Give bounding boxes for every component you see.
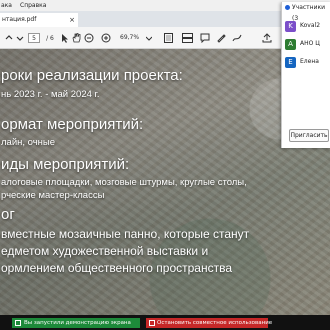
scroll-mode-icon[interactable]	[181, 32, 193, 44]
participant-name: Елена	[300, 58, 319, 65]
participants-panel: Участники (3 K Koval2 А АНО Ц Е Елена Пр…	[281, 2, 330, 148]
sharing-status: Вы запустили демонстрацию экрана	[12, 318, 140, 328]
heading-result: ог	[1, 206, 15, 223]
stop-sharing-button[interactable]: Остановить совместное использование	[146, 318, 272, 328]
menu-item-view[interactable]: ака	[1, 2, 12, 9]
participant-name: АНО Ц	[300, 40, 320, 47]
avatar: Е	[285, 57, 296, 68]
comment-icon[interactable]	[200, 32, 210, 44]
participant-item[interactable]: Е Елена	[285, 56, 330, 70]
draw-icon[interactable]	[232, 32, 242, 44]
menu-item-help[interactable]: Справка	[20, 2, 46, 9]
document-tab-title: нтация.pdf	[2, 16, 37, 23]
page-total: / 6	[46, 34, 54, 42]
hand-tool-icon[interactable]	[71, 32, 81, 44]
heading-event-types: иды мероприятий:	[1, 156, 130, 173]
participant-name: Koval2	[300, 22, 321, 29]
fit-page-icon[interactable]	[163, 32, 173, 44]
text-timeline: нь 2023 г. - май 2024 г.	[1, 89, 100, 100]
screen-share-bar: Вы запустили демонстрацию экрана Останов…	[0, 315, 330, 330]
share-icon[interactable]	[262, 32, 272, 44]
invite-button[interactable]: Пригласить	[289, 129, 329, 142]
page-number-input[interactable]: 5	[28, 33, 40, 43]
document-tab[interactable]: нтация.pdf ×	[0, 13, 78, 27]
sharing-status-text: Вы запустили демонстрацию экрана	[24, 320, 131, 326]
zoom-out-icon[interactable]	[84, 32, 94, 44]
text-format: лайн, очные	[1, 137, 56, 148]
highlight-pen-icon[interactable]	[216, 32, 226, 44]
text-event-types-line1: алоговые площадки, мозговые штурмы, круг…	[1, 177, 247, 188]
zoom-dropdown-icon[interactable]	[146, 32, 152, 44]
select-arrow-icon[interactable]	[60, 32, 70, 44]
text-event-types-line2: рческие мастер-классы	[1, 190, 105, 201]
zoom-level[interactable]: 69,7%	[120, 33, 146, 43]
zoom-in-icon[interactable]	[101, 32, 111, 44]
page-up-icon[interactable]	[4, 32, 14, 44]
text-result-line1: вместные мозаичные панно, которые станут	[1, 227, 250, 241]
avatar: K	[285, 21, 296, 32]
participant-item[interactable]: А АНО Ц	[285, 38, 330, 52]
screen-share-icon	[15, 320, 21, 326]
page-down-icon[interactable]	[15, 32, 25, 44]
avatar: А	[285, 39, 296, 50]
text-result-line2: едметом художественной выставки и	[1, 244, 209, 258]
text-result-line3: ормлением общественного пространства	[1, 261, 233, 275]
stop-sharing-label: Остановить совместное использование	[157, 320, 273, 326]
close-tab-icon[interactable]: ×	[69, 13, 75, 27]
participants-header: Участники (3	[282, 2, 330, 22]
heading-timeline: роки реализации проекта:	[1, 67, 183, 84]
heading-format: ормат мероприятий:	[1, 116, 144, 133]
stop-icon	[149, 320, 155, 326]
zoom-value: 69,7%	[120, 34, 140, 41]
participants-icon	[285, 5, 290, 10]
participant-item[interactable]: K Koval2	[285, 20, 330, 34]
